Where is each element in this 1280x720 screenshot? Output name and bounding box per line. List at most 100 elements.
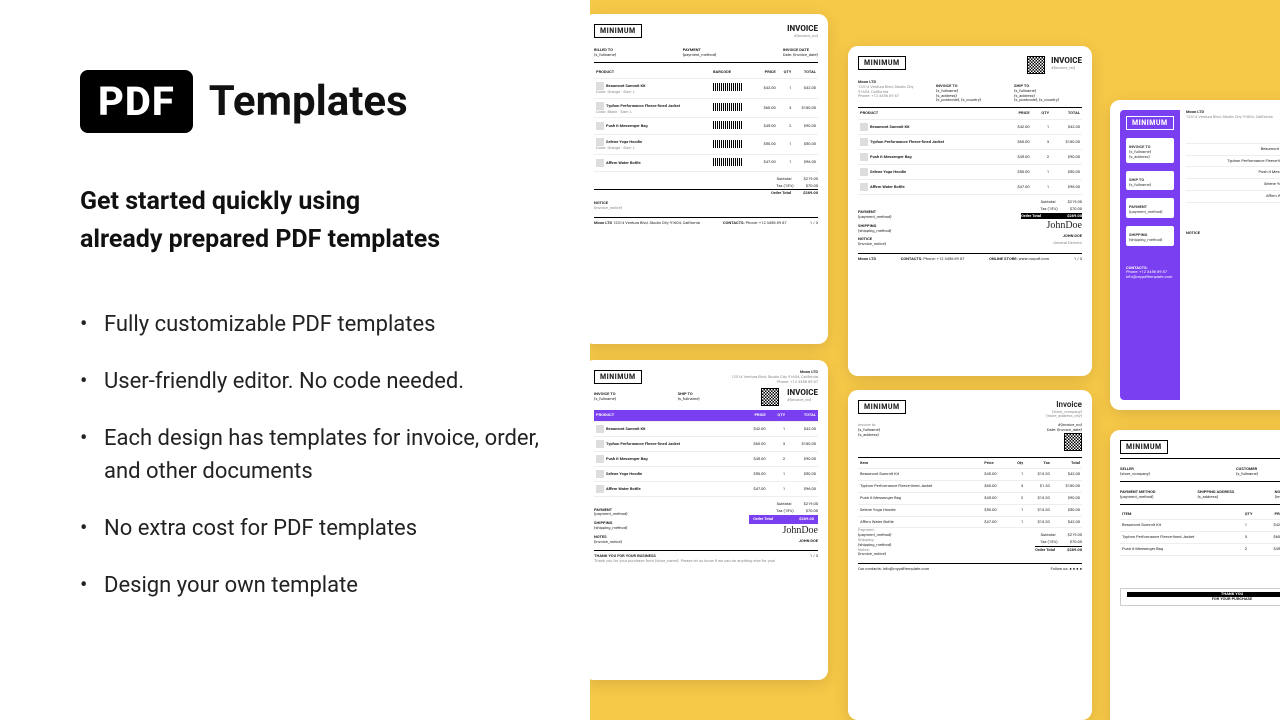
lbl: Order Total (753, 517, 773, 522)
val: $219.00 (1067, 533, 1082, 538)
table-row: Typhon Performance Fleece-lined Jacket$6… (858, 134, 1082, 149)
pagenum: 1 / 3 (810, 221, 818, 226)
brand-logo: MINIMUM (858, 400, 906, 414)
table-row: Affirm Water Bottle$47.001$96.00 (858, 179, 1082, 194)
v: $13.20 (1025, 516, 1052, 528)
v: 1 (1032, 164, 1051, 179)
lbl: Tax (15%) (1040, 540, 1058, 545)
v: Push It Messenger Bag (1120, 543, 1243, 555)
site: www.ourpdf.com (1019, 256, 1050, 261)
phone: Phone: +12 3456 89 87 (731, 380, 818, 385)
val: $289.00 (1067, 214, 1082, 219)
th: PRICE (1005, 108, 1032, 120)
v: $42.00 (1005, 119, 1032, 134)
table-row: Push It Messenger Bag$45.002$13.20$90.00 (858, 492, 1082, 504)
brand-logo: MINIMUM (594, 24, 642, 38)
totals-block: Subtotal$219.00 Tax (15%)$70.00 Order To… (1021, 199, 1082, 247)
table-row: Typhon Performance Fleece-lined Jacket$6… (1186, 155, 1280, 167)
template-preview-purple-header: MINIMUM Moon LTD12314 Ventura Blvd, Stud… (590, 360, 828, 680)
ph: {shipping_method} (1129, 238, 1171, 243)
ph: {payment_method} (1129, 210, 1171, 215)
brand-logo: MINIMUM (1126, 116, 1174, 130)
p-qty: 1 (778, 154, 794, 171)
ph: {invoice_notice} (594, 206, 818, 211)
barcode-icon (713, 158, 743, 166)
lbl: Subtotal (777, 502, 792, 507)
ph: {s_address} (858, 433, 880, 438)
v: $42.00 (1052, 516, 1082, 528)
p-qty: 1 (778, 78, 794, 98)
ph: {s_postcode}, {s_country} (936, 98, 1004, 103)
thank-body: Thank you for your purchase from {store_… (594, 559, 775, 564)
ph: #{invoice_no} (1051, 66, 1082, 71)
lbl: Tax (15%) (776, 184, 794, 189)
feature-item: No extra cost for PDF templates (80, 512, 550, 545)
table-row: Beaumont Summit Kit1$42.00$0$42.00 (1120, 520, 1280, 532)
v: $180.00 (787, 437, 818, 452)
line-items-table: ITEM QTY PRICE TAX DISCOUNT Beaumont Sum… (1120, 509, 1280, 556)
v: $96.00 (1051, 179, 1082, 194)
th: ITEM (1120, 509, 1243, 520)
th: PRICE (1262, 509, 1280, 520)
lbl: Subtotal (1041, 200, 1056, 205)
val: $289.00 (803, 191, 818, 196)
ph: {s_fullname} (678, 397, 754, 402)
v: Typhon Performance Fleece-lined Jacket (606, 441, 680, 446)
p-name: Selene Yoga Hoodie (870, 169, 906, 174)
totals-block: Subtotal$219.00 Tax (15%)$70.00 Order To… (1035, 532, 1082, 557)
ph: {s_postcode}, {s_country} (1014, 98, 1082, 103)
sig-title: General Director (1021, 240, 1082, 247)
lbl: Order Total (1021, 214, 1041, 219)
ph: {invoice_notice} (858, 242, 892, 247)
ph: {payment_method} (683, 53, 717, 58)
table-row: Typhon Performance Fleece-lined Jacket3$… (1120, 532, 1280, 544)
totals-block: Subtotal Tax (15%) Order Total (1186, 207, 1280, 227)
val: $70.00 (1070, 540, 1082, 545)
p-name: Push It Messenger Bag (606, 123, 648, 128)
table-row: Affirm Water Bottle$47.001 (1186, 190, 1280, 202)
sig-name: JOHN DOE (1021, 233, 1082, 240)
v: $45.00 (1005, 149, 1032, 164)
template-preview-signature-invoice: MINIMUM INVOICE#{invoice_no} Moon LTD123… (848, 46, 1092, 376)
val: $70.00 (806, 184, 818, 189)
p-price: $45.00 (756, 118, 778, 135)
table-row: Selene Yoga Hoodie$50.001$50.00 (594, 467, 818, 482)
table-row: Beaumont Summit Kit$42.001 (1186, 143, 1280, 155)
v: 3 (1009, 481, 1025, 493)
v: Selene Yoga Hoodie (606, 471, 642, 476)
sig-name: JOHN DOE (749, 538, 818, 545)
email: info@mypdftemplate.com (1126, 275, 1174, 280)
phone: Phone: +12 3456 89 87 (746, 220, 787, 225)
val: $219.00 (803, 502, 818, 507)
template-preview-purple-sidebar: MINIMUM INVOICE TO{s_fullname}{s_address… (1110, 100, 1280, 410)
line-items-table: PRODUCTPRICEQTY Beaumont Summit Kit$42.0… (1186, 132, 1280, 203)
th: QTY (768, 410, 787, 421)
ph: {s_address} (1129, 155, 1171, 160)
table-row: Beaumont Summit KitColor: Orange · Size:… (594, 78, 818, 98)
template-gallery: MINIMUM INVOICE #{invoice_no} BILLED TO{… (590, 0, 1280, 720)
ph: {payment_method} (1120, 495, 1189, 500)
val: $219.00 (1067, 200, 1082, 205)
lbl: Subtotal (1041, 533, 1056, 538)
purple-sidebar: MINIMUM INVOICE TO{s_fullname}{s_address… (1120, 110, 1180, 400)
th: TOTAL (793, 67, 818, 78)
v: $42.00 (741, 422, 768, 437)
v: $90.00 (787, 452, 818, 467)
ph: {store_address_city} (1046, 414, 1082, 419)
brand-logo: MINIMUM (594, 370, 642, 384)
v: Beaumont Summit Kit (858, 469, 982, 481)
p-name: Affirm Water Bottle (870, 184, 905, 189)
ph: {s_fullname} (594, 397, 670, 402)
v: $42.00 (1262, 520, 1280, 532)
p-name: Typhon Performance Fleece-lined Jacket (870, 139, 944, 144)
v: $50.00 (982, 504, 1009, 516)
brand-logo: MINIMUM (1120, 440, 1168, 454)
addr: 12314 Ventura Blvd, Studio City 91604, C… (1186, 115, 1273, 120)
c: Moon LTD (858, 256, 876, 261)
template-preview-qr-invoice: MINIMUM Invoice{store_company}{store_add… (848, 390, 1092, 720)
lbl: Tax (15%) (1040, 207, 1058, 212)
th: Qty (1009, 457, 1025, 469)
v: Affirm Water Bottle (1186, 190, 1280, 202)
totals-block: Subtotal$219.00 Tax (15%)$70.00 Order To… (749, 501, 818, 544)
table-row: Beaumont Summit Kit$42.001$42.00 (858, 119, 1082, 134)
